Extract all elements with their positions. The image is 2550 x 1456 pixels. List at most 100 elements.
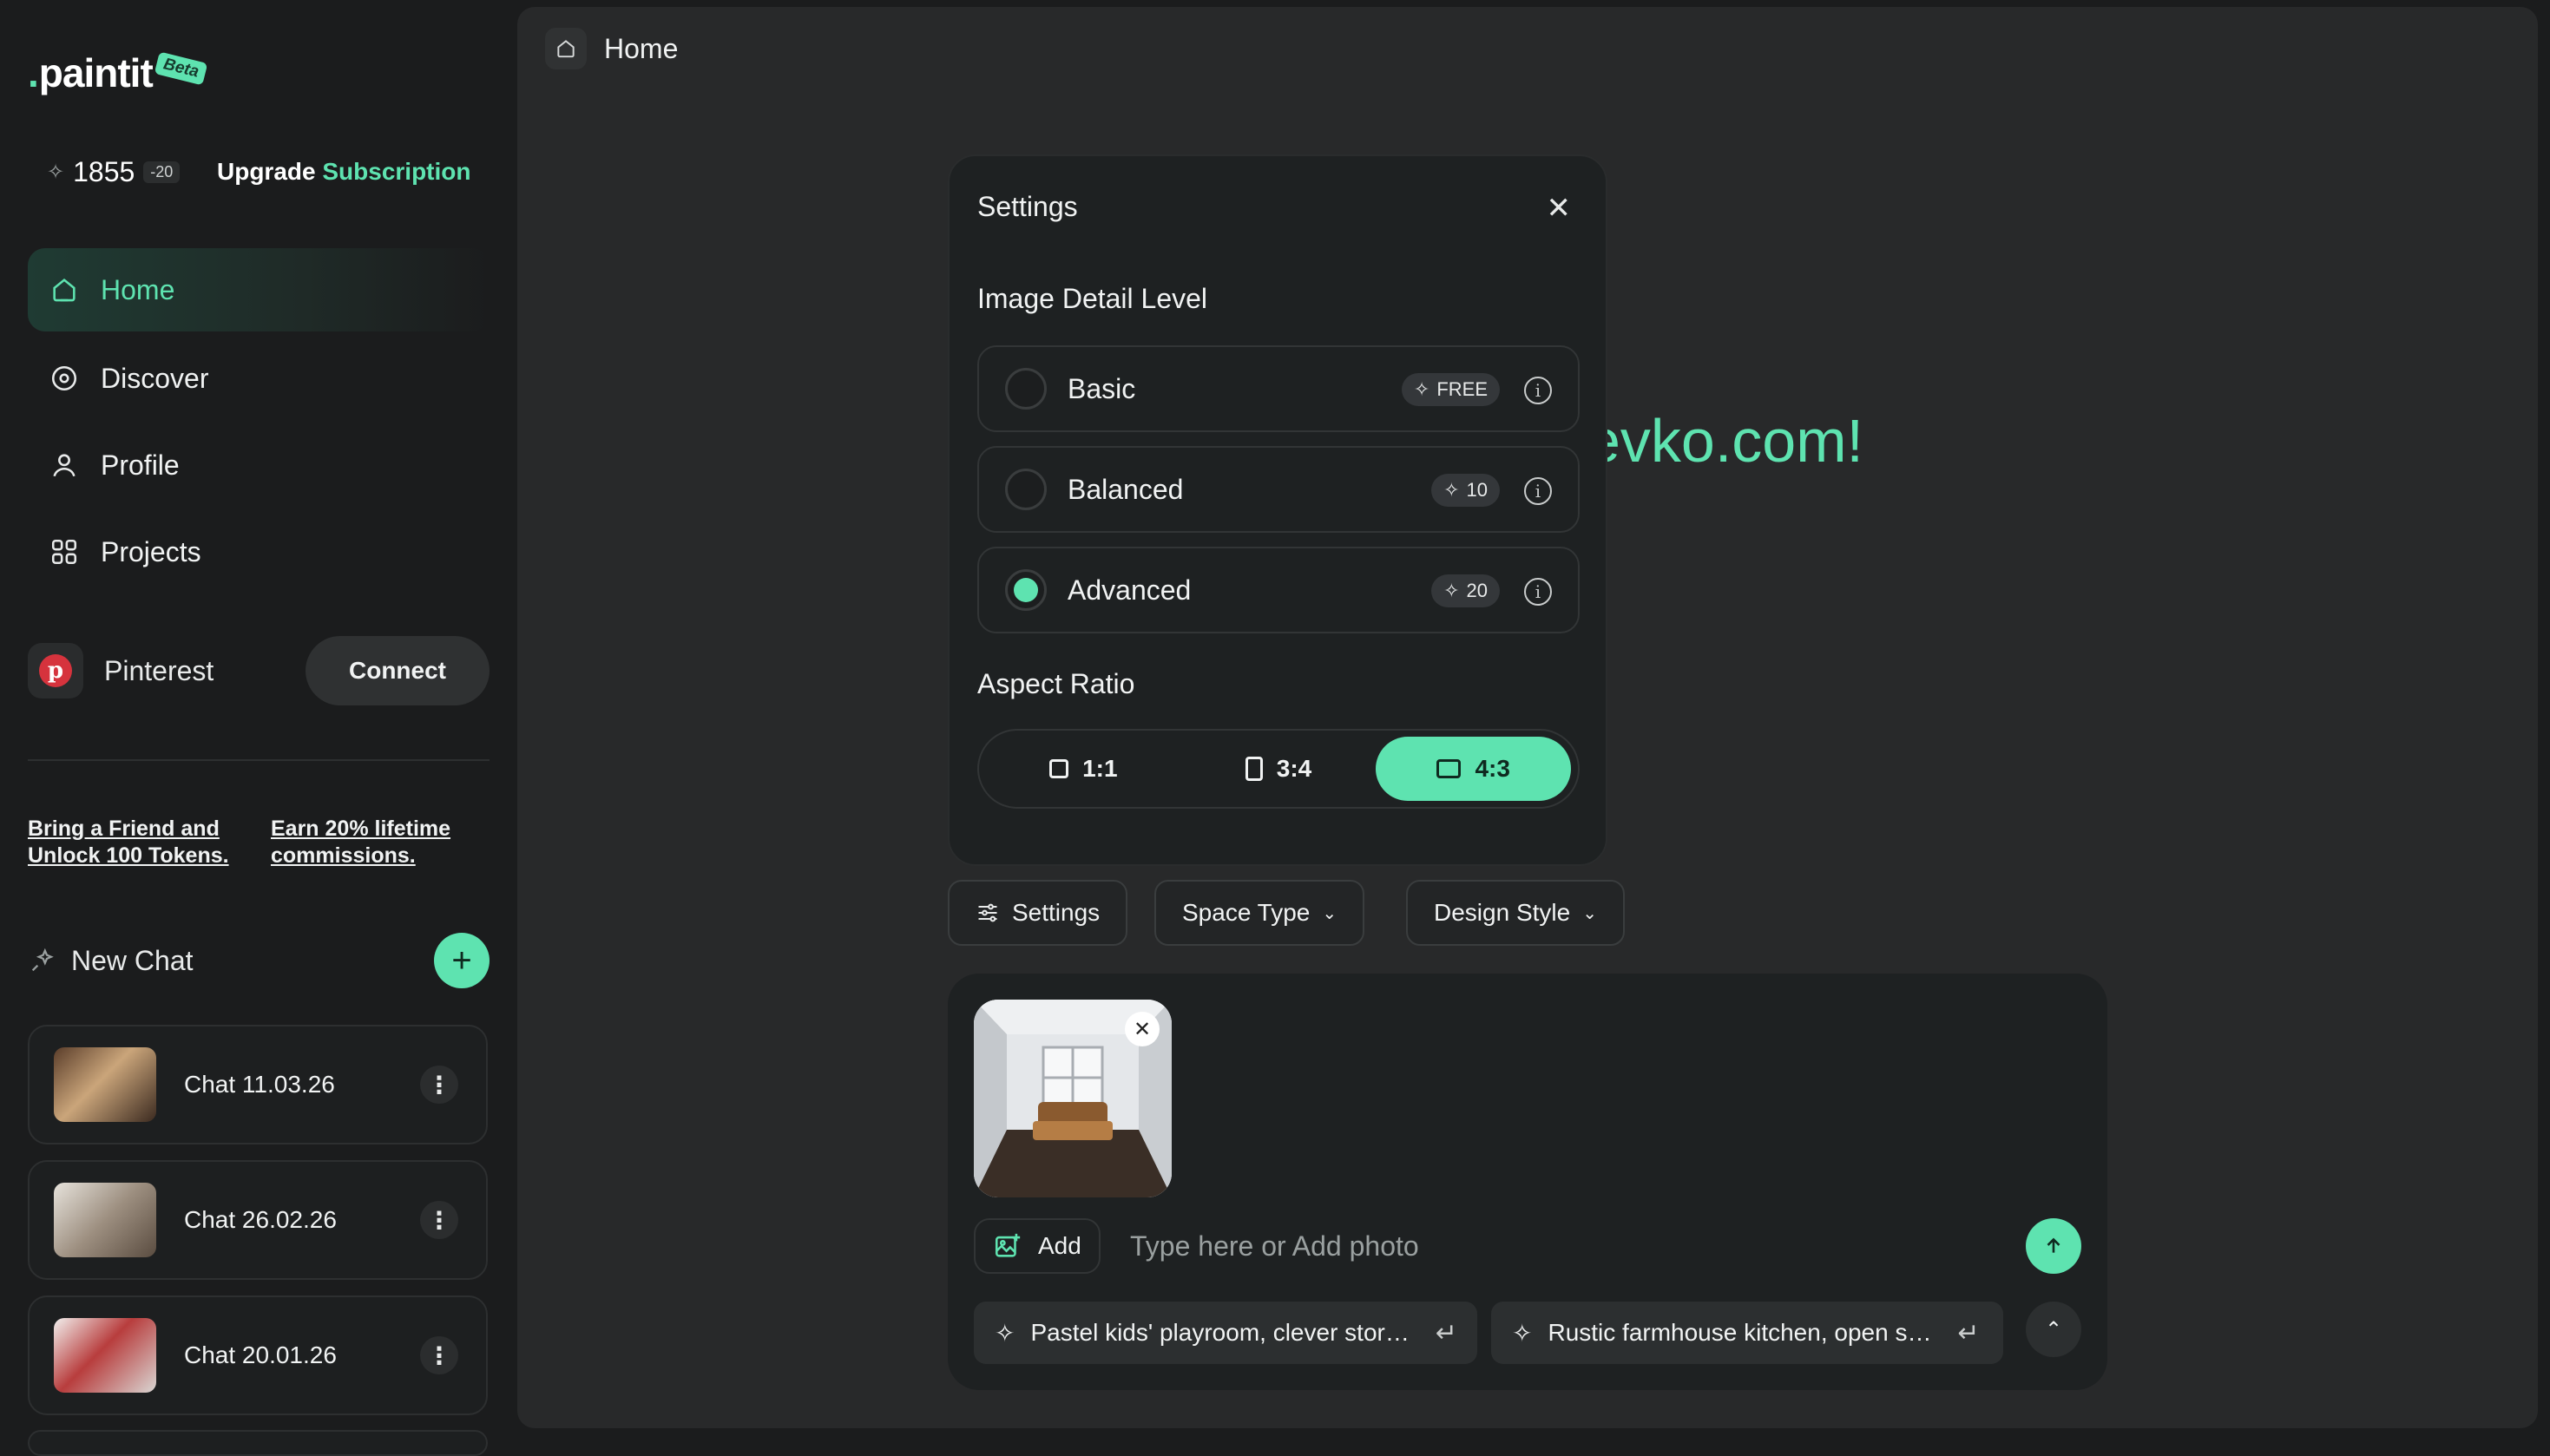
brand-logo[interactable]: . paintit Beta (28, 49, 208, 97)
sliders-icon (978, 903, 997, 922)
chat-more-icon[interactable]: ⋮ (420, 1066, 458, 1104)
suggestion-text: Rustic farmhouse kitchen, open s… (1548, 1319, 1932, 1346)
beta-badge: Beta (154, 51, 208, 86)
aspect-ratio-selector: 1:1 3:4 4:3 (977, 729, 1580, 809)
nav-label-profile: Profile (101, 449, 180, 481)
info-icon[interactable]: i (1524, 377, 1552, 404)
add-photo-button[interactable]: Add (974, 1218, 1101, 1274)
option-label: Advanced (1068, 574, 1192, 606)
design-style-label: Design Style (1434, 899, 1571, 926)
sidebar-divider (28, 759, 490, 761)
logo-dot: . (28, 50, 39, 95)
square-icon (1049, 759, 1069, 778)
design-style-dropdown[interactable]: Design Style ⌄ (1406, 880, 1625, 946)
chat-list-item[interactable]: Chat 11.03.26 ⋮ (28, 1025, 488, 1144)
token-count: 1855 (73, 156, 135, 187)
chat-more-icon[interactable]: ⋮ (420, 1336, 458, 1374)
new-chat-row: New Chat + (28, 933, 490, 988)
chat-title: Chat 11.03.26 (184, 1071, 335, 1098)
ratio-option-4-3[interactable]: 4:3 (1376, 737, 1572, 801)
breadcrumb-current: Home (604, 32, 679, 64)
enter-icon: ↵ (1957, 1318, 1980, 1348)
ratio-label: 3:4 (1276, 755, 1312, 782)
cost-value: 10 (1466, 479, 1488, 501)
detail-option-basic[interactable]: Basic ✧ FREE i (977, 345, 1580, 432)
ratio-label: 4:3 (1475, 755, 1510, 782)
main-panel: Home evko.com! Settings ✕ Image Detail L… (517, 7, 2538, 1428)
upgrade-accent: Subscription (322, 158, 471, 185)
chat-more-icon[interactable]: ⋮ (420, 1201, 458, 1239)
info-icon[interactable]: i (1524, 477, 1552, 505)
portrait-icon (1245, 757, 1263, 781)
logo-text: paintit (38, 50, 154, 95)
uploaded-photo[interactable]: ✕ (974, 1000, 1172, 1197)
cost-badge: ✧ 10 (1431, 474, 1500, 507)
new-chat-label: New Chat (71, 944, 194, 976)
collapse-suggestions-button[interactable]: ⌃ (2026, 1302, 2081, 1357)
option-label: Basic (1068, 372, 1136, 404)
chat-list-item[interactable] (28, 1430, 488, 1456)
chat-list-item[interactable]: Chat 26.02.26 ⋮ (28, 1160, 488, 1280)
cost-value: FREE (1436, 378, 1488, 400)
compass-icon (49, 363, 80, 394)
connect-pinterest-button[interactable]: Connect (306, 636, 490, 705)
chevron-down-icon: ⌄ (1582, 903, 1597, 923)
radio-button[interactable] (1005, 469, 1047, 510)
send-button[interactable] (2026, 1218, 2081, 1274)
nav-label-discover: Discover (101, 362, 209, 394)
add-image-icon (995, 1233, 1021, 1257)
commission-line-1: Earn 20% lifetime (271, 817, 451, 841)
refer-friend-link[interactable]: Bring a Friend and Unlock 100 Tokens. (28, 816, 229, 869)
radio-button-selected[interactable] (1005, 569, 1047, 611)
suggestion-chip[interactable]: ✧ Pastel kids' playroom, clever stor… ↵ (974, 1302, 1477, 1364)
ratio-option-1-1[interactable]: 1:1 (986, 737, 1181, 801)
info-icon[interactable]: i (1524, 578, 1552, 606)
refer-friend-line-2: Unlock 100 Tokens. (28, 843, 229, 868)
affiliate-commission-link[interactable]: Earn 20% lifetime commissions. (271, 816, 450, 869)
ratio-label: 1:1 (1082, 755, 1118, 782)
suggestion-chip[interactable]: ✧ Rustic farmhouse kitchen, open s… ↵ (1491, 1302, 2003, 1364)
breadcrumb: Home (545, 28, 678, 69)
chevron-down-icon: ⌄ (1322, 903, 1337, 923)
nav-item-projects[interactable]: Projects (28, 510, 490, 594)
upgrade-subscription-link[interactable]: Upgrade Subscription (217, 158, 470, 186)
remove-photo-icon[interactable]: ✕ (1125, 1012, 1160, 1046)
refer-friend-line-1: Bring a Friend and (28, 817, 220, 841)
aspect-ratio-heading: Aspect Ratio (977, 668, 1135, 699)
pinterest-row: p Pinterest Connect (28, 636, 490, 705)
detail-option-balanced[interactable]: Balanced ✧ 10 i (977, 446, 1580, 533)
radio-button[interactable] (1005, 368, 1047, 410)
sparkle-icon: ✧ (995, 1319, 1015, 1347)
detail-option-advanced[interactable]: Advanced ✧ 20 i (977, 547, 1580, 633)
settings-popover: Settings ✕ Image Detail Level Basic ✧ FRE… (948, 154, 1607, 866)
suggestion-text: Pastel kids' playroom, clever stor… (1030, 1319, 1410, 1346)
detail-level-heading: Image Detail Level (977, 283, 1208, 314)
ratio-option-3-4[interactable]: 3:4 (1181, 737, 1377, 801)
add-button-label: Add (1038, 1232, 1081, 1259)
sparkle-icon: ✧ (1413, 378, 1430, 400)
landscape-icon (1436, 759, 1462, 778)
welcome-heading: evko.com! (1587, 407, 1863, 475)
settings-button[interactable]: Settings (948, 880, 1128, 946)
nav-item-profile[interactable]: Profile (28, 423, 490, 507)
pinterest-icon: p (28, 643, 83, 698)
settings-title: Settings (977, 191, 1078, 222)
cost-value: 20 (1466, 580, 1488, 601)
cost-badge: ✧ 20 (1431, 574, 1500, 607)
upgrade-prefix: Upgrade (217, 158, 323, 185)
close-icon[interactable]: ✕ (1547, 191, 1572, 226)
nav-item-home[interactable]: Home (28, 248, 490, 331)
sparkle-icon: ✧ (47, 161, 65, 184)
chat-title: Chat 26.02.26 (184, 1206, 337, 1233)
nav-item-discover[interactable]: Discover (28, 337, 490, 420)
space-type-dropdown[interactable]: Space Type ⌄ (1154, 880, 1365, 946)
sparkle-icon (31, 948, 54, 972)
token-delta-badge: -20 (143, 161, 181, 183)
enter-icon: ↵ (1435, 1318, 1457, 1348)
chat-list-item[interactable]: Chat 20.01.26 ⋮ (28, 1295, 488, 1415)
sidebar: . paintit Beta ✧ 1855 -20 Upgrade Subscr… (0, 0, 517, 1456)
token-balance: ✧ 1855 -20 (47, 156, 181, 188)
space-type-label: Space Type (1182, 899, 1311, 926)
new-chat-button[interactable]: + (434, 933, 490, 988)
prompt-input[interactable]: Type here or Add photo (1130, 1230, 1419, 1263)
